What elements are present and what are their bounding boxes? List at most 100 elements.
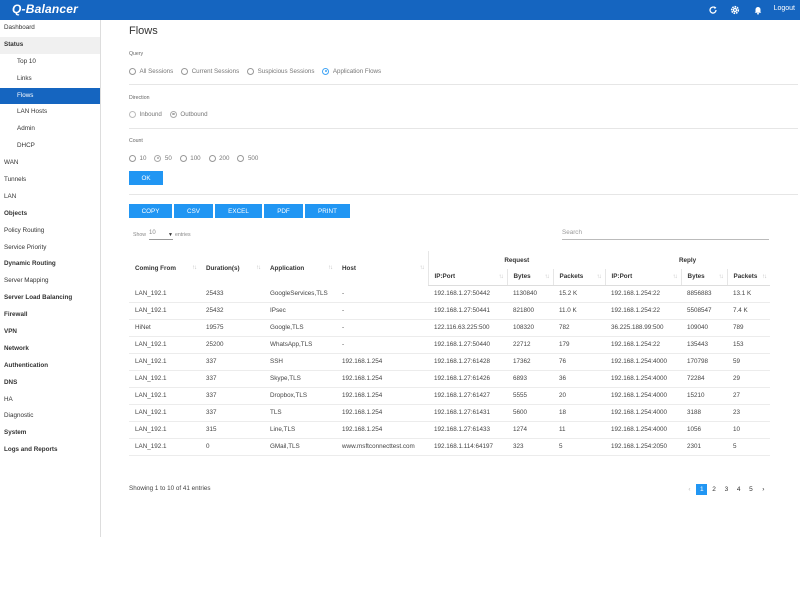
radio-suspicious-sessions[interactable]: Suspicious Sessions bbox=[247, 67, 314, 75]
radio-count-200[interactable]: 200 bbox=[208, 154, 229, 162]
sidebar-item-objects[interactable]: Objects bbox=[0, 206, 100, 223]
page-3[interactable]: 3 bbox=[721, 484, 732, 495]
sidebar-item-top-10[interactable]: Top 10 bbox=[0, 54, 100, 71]
radio-count-50[interactable]: 50 bbox=[154, 154, 172, 162]
sidebar-item-dynamic-routing[interactable]: Dynamic Routing bbox=[0, 256, 100, 273]
sidebar-item-admin[interactable]: Admin bbox=[0, 121, 100, 138]
sidebar-item-server-mapping[interactable]: Server Mapping bbox=[0, 273, 100, 290]
sidebar-item-network[interactable]: Network bbox=[0, 341, 100, 358]
sidebar-item-tunnels[interactable]: Tunnels bbox=[0, 172, 100, 189]
radio-outbound[interactable]: Outbound bbox=[169, 110, 208, 118]
chevron-right-icon[interactable]: › bbox=[758, 484, 769, 495]
sidebar-item-dns[interactable]: DNS bbox=[0, 375, 100, 392]
radio-application-flows[interactable]: Application Flows bbox=[322, 67, 381, 75]
col-header-request-packets[interactable]: Packets ↑↓ bbox=[552, 269, 606, 286]
sidebar-item-links[interactable]: Links bbox=[0, 71, 100, 88]
col-header-request-bytes[interactable]: Bytes ↑↓ bbox=[506, 269, 553, 286]
cell-request-ip-port: 192.168.1.27:50441 bbox=[428, 302, 507, 320]
flows-table: Coming From ↑↓ Duration(s) ↑↓ Application ↑… bbox=[129, 251, 771, 456]
cell-request-bytes: 17362 bbox=[507, 353, 553, 371]
sidebar-item-firewall[interactable]: Firewall bbox=[0, 307, 100, 324]
cell-application: GoogleServices,TLS bbox=[264, 285, 336, 303]
cell-duration: 315 bbox=[200, 421, 264, 439]
sidebar-item-status[interactable]: Status bbox=[0, 36, 100, 54]
search-input[interactable]: Search bbox=[562, 227, 769, 240]
csv-button[interactable]: CSV bbox=[174, 204, 213, 218]
refresh-icon[interactable] bbox=[706, 3, 719, 16]
sidebar-item-diagnostic[interactable]: Diagnostic bbox=[0, 408, 100, 425]
col-header-duration[interactable]: Duration(s) ↑↓ bbox=[200, 251, 264, 285]
sidebar-item-lan[interactable]: LAN bbox=[0, 189, 100, 206]
table-row: HiNet 19575 Google,TLS -122.116.63.225:500 1… bbox=[129, 319, 771, 337]
radio-current-sessions[interactable]: Current Sessions bbox=[181, 67, 239, 75]
radio-count-500[interactable]: 500 bbox=[237, 154, 259, 162]
entries-select[interactable]: 10 ▼ bbox=[148, 230, 173, 240]
cell-application: Skype,TLS bbox=[264, 370, 336, 388]
cell-request-packets: 782 bbox=[553, 319, 606, 337]
excel-button[interactable]: EXCEL bbox=[215, 204, 262, 218]
logout-link[interactable]: Logout bbox=[774, 5, 795, 12]
col-header-reply-packets[interactable]: Packets ↑↓ bbox=[726, 269, 771, 286]
page-5[interactable]: 5 bbox=[745, 484, 756, 495]
count-label: Count bbox=[129, 138, 143, 144]
cell-request-bytes: 1274 bbox=[507, 421, 553, 439]
chevron-left-icon[interactable]: ‹ bbox=[684, 484, 695, 495]
print-button[interactable]: PRINT bbox=[305, 204, 350, 218]
sidebar-item-logs-and-reports[interactable]: Logs and Reports bbox=[0, 442, 100, 459]
sidebar-item-wan[interactable]: WAN bbox=[0, 155, 100, 172]
radio-label: 10 bbox=[139, 154, 147, 162]
radio-count-10[interactable]: 10 bbox=[129, 154, 147, 162]
sidebar-item-lan-hosts[interactable]: LAN Hosts bbox=[0, 104, 100, 121]
cell-coming-from: LAN_192.1 bbox=[129, 336, 200, 354]
entries-select-value: 10 bbox=[148, 230, 156, 236]
gear-icon[interactable] bbox=[728, 3, 741, 16]
sidebar-item-vpn[interactable]: VPN bbox=[0, 324, 100, 341]
radio-label: 500 bbox=[247, 154, 259, 162]
sort-icon: ↑↓ bbox=[498, 273, 504, 280]
radio-inbound[interactable]: Inbound bbox=[129, 110, 162, 118]
sidebar-item-policy-routing[interactable]: Policy Routing bbox=[0, 223, 100, 240]
radio-all-sessions[interactable]: All Sessions bbox=[129, 67, 173, 75]
col-header-host[interactable]: Host ↑↓ bbox=[336, 251, 428, 285]
show-label: Show bbox=[133, 232, 146, 238]
cell-coming-from: LAN_192.1 bbox=[129, 421, 200, 439]
bell-icon[interactable] bbox=[751, 3, 764, 16]
col-header-coming-from[interactable]: Coming From ↑↓ bbox=[129, 251, 200, 285]
pdf-button[interactable]: PDF bbox=[264, 204, 303, 218]
col-header-request-ip-port[interactable]: IP:Port ↑↓ bbox=[427, 269, 507, 286]
cell-request-ip-port: 192.168.1.27:61433 bbox=[428, 421, 507, 439]
cell-request-packets: 5 bbox=[553, 438, 606, 456]
sidebar-item-dhcp[interactable]: DHCP bbox=[0, 138, 100, 155]
page-1[interactable]: 1 bbox=[696, 484, 708, 495]
sidebar-item-ha[interactable]: HA bbox=[0, 392, 100, 409]
cell-request-bytes: 5555 bbox=[507, 387, 553, 405]
sidebar-item-dashboard[interactable]: Dashboard bbox=[0, 20, 100, 37]
radio-count-100[interactable]: 100 bbox=[179, 154, 201, 162]
sidebar-item-flows[interactable]: Flows bbox=[0, 87, 100, 105]
copy-button[interactable]: COPY bbox=[129, 204, 172, 218]
cell-reply-bytes: 72284 bbox=[681, 370, 728, 388]
page-2[interactable]: 2 bbox=[709, 484, 720, 495]
sidebar-item-server-load-balancing[interactable]: Server Load Balancing bbox=[0, 290, 100, 307]
cell-request-bytes: 5600 bbox=[507, 404, 553, 422]
query-radio-group: All Sessions Current Sessions Suspicious… bbox=[129, 66, 389, 76]
col-header-reply-bytes[interactable]: Bytes ↑↓ bbox=[680, 269, 728, 286]
sidebar-item-system[interactable]: System bbox=[0, 425, 100, 442]
cell-duration: 337 bbox=[200, 387, 264, 405]
cell-reply-bytes: 2301 bbox=[681, 438, 728, 456]
col-header-application[interactable]: Application ↑↓ bbox=[264, 251, 336, 285]
direction-radio-group: Inbound Outbound bbox=[129, 109, 216, 119]
cell-reply-ip-port: 192.168.1.254:4000 bbox=[605, 421, 682, 439]
sidebar-item-authentication[interactable]: Authentication bbox=[0, 358, 100, 375]
sort-icon: ↑↓ bbox=[256, 265, 261, 271]
col-header-reply-ip-port[interactable]: IP:Port ↑↓ bbox=[604, 269, 682, 286]
cell-reply-ip-port: 192.168.1.254:4000 bbox=[605, 370, 682, 388]
cell-request-packets: 76 bbox=[553, 353, 606, 371]
cell-host: - bbox=[336, 302, 428, 320]
page-4[interactable]: 4 bbox=[733, 484, 744, 495]
ok-button[interactable]: OK bbox=[129, 171, 163, 185]
col-header-label: Host bbox=[342, 264, 356, 272]
radio-circle bbox=[129, 154, 136, 162]
cell-reply-bytes: 5508547 bbox=[681, 302, 728, 320]
sidebar-item-service-priority[interactable]: Service Priority bbox=[0, 240, 100, 257]
